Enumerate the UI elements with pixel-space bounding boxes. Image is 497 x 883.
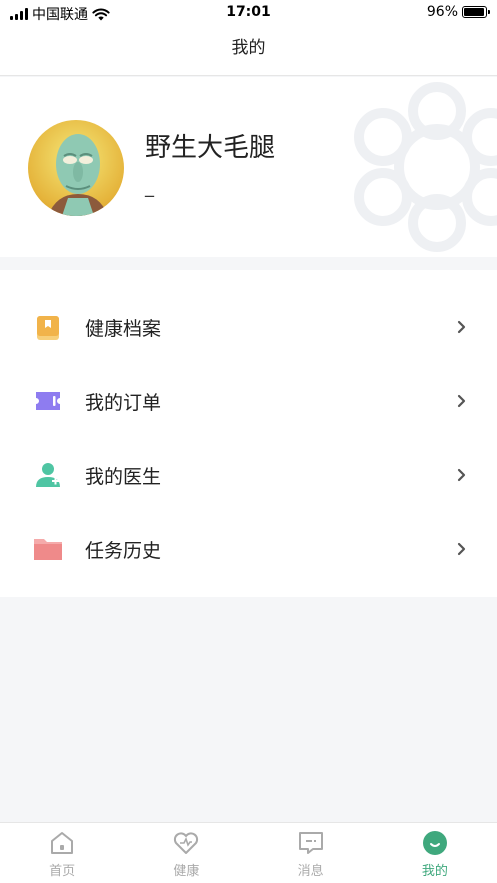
battery-icon [462, 6, 490, 18]
status-time: 17:01 [226, 4, 271, 20]
page-title: 我的 [231, 38, 266, 58]
profile-icon [421, 829, 449, 857]
menu-item-task-history[interactable]: 任务历史 [0, 512, 497, 586]
username: 野生大毛腿 [145, 133, 276, 163]
tab-messages[interactable]: 消息 [249, 823, 373, 883]
tab-label-health: 健康 [173, 864, 200, 879]
menu-item-my-orders[interactable]: 我的订单 [0, 364, 497, 438]
menu-label-my-orders: 我的订单 [85, 391, 162, 414]
tab-label-home: 首页 [49, 864, 76, 879]
status-bar: 中国联通 17:01 96% [0, 0, 497, 26]
avatar[interactable] [28, 120, 124, 216]
tab-profile[interactable]: 我的 [373, 823, 497, 883]
menu-label-task-history: 任务历史 [85, 539, 162, 562]
chevron-right-icon [455, 468, 469, 482]
nav-bar: 我的 [0, 26, 497, 76]
status-right: 96% [426, 4, 490, 20]
menu-item-health-record[interactable]: 健康档案 [0, 290, 497, 364]
message-icon [297, 829, 325, 857]
health-record-icon [32, 311, 64, 343]
chevron-right-icon [455, 542, 469, 556]
flower-watermark-icon [354, 82, 497, 252]
avatar-image [48, 134, 108, 216]
chevron-right-icon [455, 320, 469, 334]
tab-home[interactable]: 首页 [0, 823, 124, 883]
menu-list: 健康档案 我的订单 我的医生 任务历史 [0, 270, 497, 597]
tab-bar: 首页 健康 消息 我的 [0, 822, 497, 883]
user-subtitle: _ [145, 177, 154, 198]
doctor-icon [32, 459, 64, 491]
battery-fill [464, 8, 485, 16]
menu-label-my-doctor: 我的医生 [85, 465, 162, 488]
tab-label-messages: 消息 [297, 864, 324, 879]
order-ticket-icon [32, 385, 64, 417]
profile-header[interactable]: 野生大毛腿 _ [0, 77, 497, 257]
battery-percent: 96% [426, 4, 458, 20]
tab-health[interactable]: 健康 [124, 823, 248, 883]
heart-icon [172, 829, 200, 857]
home-icon [48, 829, 76, 857]
menu-label-health-record: 健康档案 [85, 317, 162, 340]
folder-icon [32, 533, 64, 565]
tab-label-profile: 我的 [421, 864, 448, 879]
menu-item-my-doctor[interactable]: 我的医生 [0, 438, 497, 512]
chevron-right-icon [455, 394, 469, 408]
